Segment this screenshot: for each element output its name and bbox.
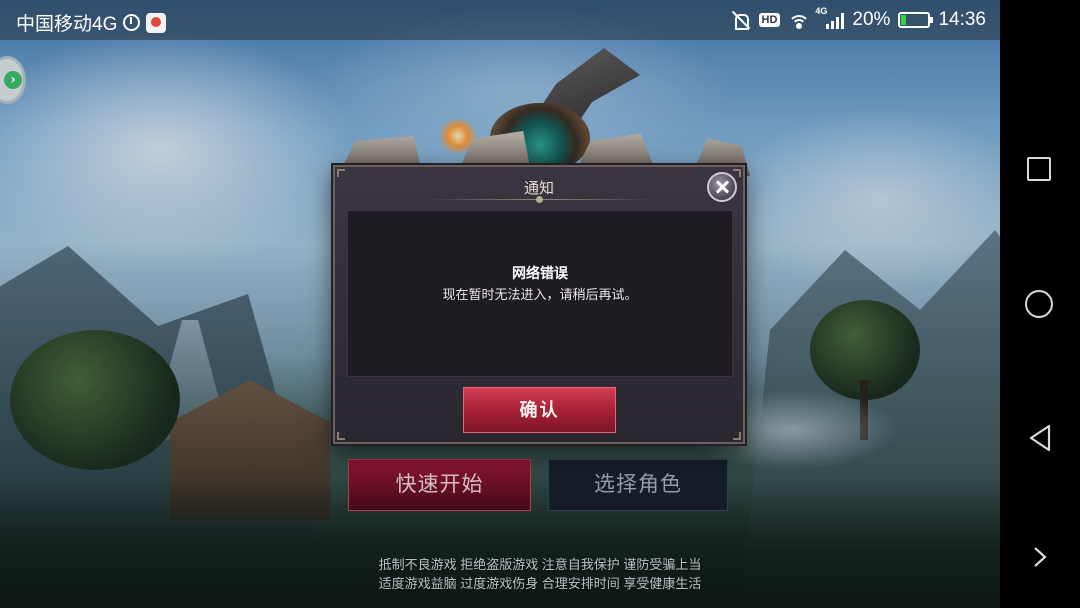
clock-time: 14:36 bbox=[938, 9, 986, 30]
corner-ornament bbox=[733, 169, 741, 177]
cell-type-label: 4G bbox=[815, 5, 828, 16]
error-message: 现在暂时无法进入，请稍后再试。 bbox=[442, 287, 638, 302]
notice-dialog: 通知 网络错误 现在暂时无法进入，请稍后再试。 确认 bbox=[333, 165, 745, 444]
confirm-button[interactable]: 确认 bbox=[463, 387, 616, 433]
mute-icon bbox=[731, 10, 751, 30]
close-icon[interactable] bbox=[707, 172, 737, 202]
clock-icon bbox=[123, 14, 141, 31]
cell-signal-icon: 4G bbox=[815, 6, 845, 29]
corner-ornament bbox=[337, 432, 345, 440]
battery-fill bbox=[901, 15, 907, 25]
corner-ornament bbox=[733, 432, 741, 440]
hd-voice-icon: HD bbox=[758, 13, 781, 27]
wifi-icon bbox=[788, 11, 811, 29]
battery-icon bbox=[898, 12, 934, 28]
battery-percent: 20% bbox=[852, 9, 891, 30]
navigation-bar bbox=[1000, 0, 1080, 608]
error-heading: 网络错误 bbox=[512, 265, 568, 281]
status-bar: 中国移动4G HD 4G 20% 14:36 bbox=[0, 0, 1000, 40]
title-divider-dot bbox=[536, 196, 543, 203]
home-icon[interactable] bbox=[1025, 290, 1053, 318]
back-icon[interactable] bbox=[1027, 424, 1053, 452]
carrier-label: 中国移动4G bbox=[16, 14, 118, 35]
dialog-body: 网络错误 现在暂时无法进入，请稍后再试。 bbox=[347, 210, 733, 377]
app-notification-icon bbox=[146, 12, 167, 33]
corner-ornament bbox=[337, 169, 345, 177]
chevron-right-icon[interactable] bbox=[1030, 545, 1050, 569]
dialog-title: 通知 bbox=[523, 180, 554, 197]
recent-apps-icon[interactable] bbox=[1027, 157, 1051, 181]
